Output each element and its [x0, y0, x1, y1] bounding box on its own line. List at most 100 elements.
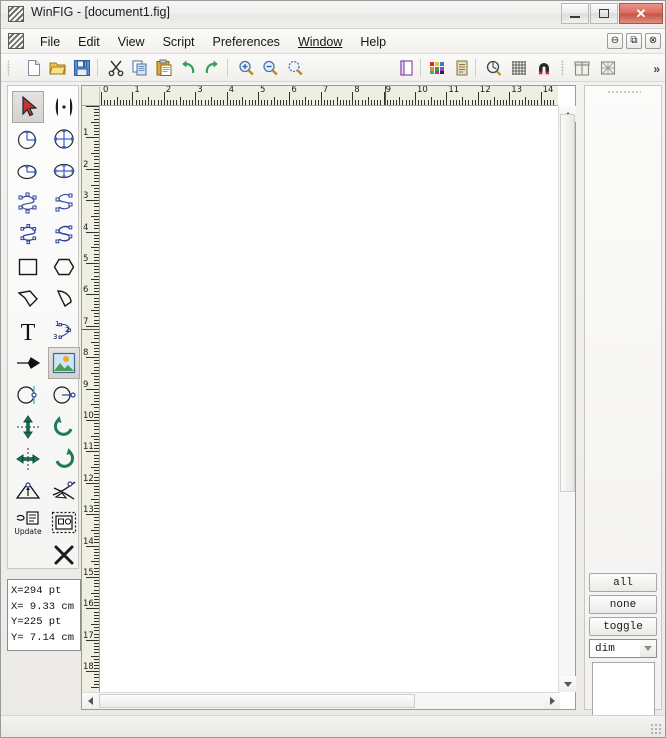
- select-arrow-tool-button[interactable]: [12, 91, 44, 123]
- scale-tool-button[interactable]: [12, 475, 44, 507]
- zoom-fit-button[interactable]: [284, 57, 306, 79]
- flip-vertical-tool-button[interactable]: [12, 379, 44, 411]
- copy-button[interactable]: [129, 57, 151, 79]
- scroll-down-button[interactable]: [559, 676, 576, 692]
- ruler-tick: [521, 100, 523, 105]
- drawing-canvas[interactable]: [101, 107, 558, 692]
- select-none-button[interactable]: none: [589, 595, 657, 614]
- menu-preferences[interactable]: Preferences: [204, 33, 289, 51]
- polygon-icon: [53, 258, 75, 276]
- circle-diameter-tool-button[interactable]: [48, 123, 80, 155]
- mdi-minimize-button[interactable]: ⊖: [607, 33, 623, 49]
- ruler-label: 13: [511, 86, 523, 95]
- ruler-tick: [94, 664, 99, 666]
- vertical-scroll-thumb[interactable]: [560, 114, 575, 492]
- horizontal-ruler[interactable]: 0 1 2 3 4 5 6 7 8 9 10 11 12 13 14: [82, 86, 558, 106]
- compound-tool-button[interactable]: [48, 507, 80, 539]
- circle-radius-tool-button[interactable]: [12, 123, 44, 155]
- rectangle-tool-button[interactable]: [12, 251, 44, 283]
- menu-script[interactable]: Script: [154, 33, 204, 51]
- save-file-button[interactable]: [71, 57, 93, 79]
- menu-edit[interactable]: Edit: [69, 33, 109, 51]
- menu-file[interactable]: File: [31, 33, 69, 51]
- flip-horizontal-tool-button[interactable]: [48, 379, 80, 411]
- ruler-tick: [94, 680, 99, 682]
- resize-grip[interactable]: [650, 723, 662, 735]
- vertical-ruler[interactable]: 1 2 3 4 5 6 7 8 9 10 11 12 13 14 15 16 17 18: [82, 106, 100, 692]
- closed-interp-spline-tool-button[interactable]: [12, 219, 44, 251]
- ruler-tick: [94, 118, 99, 120]
- delete-tool-button[interactable]: [48, 539, 80, 571]
- ruler-tick: [430, 97, 432, 105]
- zoom-in-button[interactable]: [235, 57, 257, 79]
- ruler-tick: [421, 100, 423, 105]
- mdi-close-button[interactable]: ⊗: [645, 33, 661, 49]
- text-tool-button[interactable]: T: [12, 315, 44, 347]
- arrowhead-tool-button[interactable]: [12, 347, 44, 379]
- ruler-tick: [163, 92, 165, 105]
- layer-list-well[interactable]: [592, 662, 655, 722]
- polygon-tool-button[interactable]: [48, 251, 80, 283]
- update-tool-button[interactable]: Update: [12, 507, 44, 539]
- numbered-points-tool-button[interactable]: 1 2 3: [48, 315, 80, 347]
- horizontal-scroll-thumb[interactable]: [99, 694, 415, 708]
- select-toggle-button[interactable]: toggle: [589, 617, 657, 636]
- closed-spline-tool-button[interactable]: [12, 187, 44, 219]
- maximize-button[interactable]: [590, 3, 618, 24]
- undo-button[interactable]: [177, 57, 199, 79]
- panel-grip[interactable]: [607, 90, 641, 95]
- move-horizontal-tool-button[interactable]: [12, 443, 44, 475]
- select-all-button[interactable]: all: [589, 573, 657, 592]
- mdi-restore-button[interactable]: ⧉: [626, 33, 642, 49]
- ellipse-radius-tool-button[interactable]: [12, 155, 44, 187]
- move-vertical-tool-button[interactable]: [12, 411, 44, 443]
- cut-button[interactable]: [105, 57, 127, 79]
- arc-tool-button[interactable]: [48, 283, 80, 315]
- rotate-ccw-tool-button[interactable]: [48, 411, 80, 443]
- menu-view[interactable]: View: [109, 33, 154, 51]
- color-palette-button[interactable]: [426, 57, 448, 79]
- menu-help[interactable]: Help: [351, 33, 395, 51]
- close-button[interactable]: ✕: [619, 3, 663, 24]
- coord-x-pt: X=294 pt: [11, 585, 62, 597]
- redo-button[interactable]: [201, 57, 223, 79]
- snap-magnet-button[interactable]: [533, 57, 555, 79]
- menu-window[interactable]: Window: [289, 33, 351, 51]
- vertical-scrollbar[interactable]: [558, 106, 576, 692]
- ruler-tick: [195, 92, 197, 105]
- ellipse-diameter-tool-button[interactable]: [48, 155, 80, 187]
- properties-button[interactable]: [451, 57, 473, 79]
- toolbar-grip-1[interactable]: [7, 60, 10, 76]
- open-interp-spline-tool-button[interactable]: [48, 219, 80, 251]
- toolbar-grip-2[interactable]: [561, 60, 564, 76]
- zoom-out-button[interactable]: [259, 57, 281, 79]
- horizontal-scrollbar[interactable]: [82, 692, 560, 709]
- scroll-right-button[interactable]: [544, 693, 560, 709]
- ruler-tick: [468, 100, 470, 105]
- picture-tool-button[interactable]: [48, 347, 80, 379]
- endpoints-tool-button[interactable]: [48, 91, 80, 123]
- grid-button[interactable]: [508, 57, 530, 79]
- page-setup-button[interactable]: [396, 57, 418, 79]
- open-spline-tool-button[interactable]: [48, 187, 80, 219]
- ruler-tick: [449, 100, 451, 105]
- library-button[interactable]: [571, 57, 593, 79]
- new-file-icon: [28, 60, 40, 76]
- new-file-button[interactable]: [23, 57, 45, 79]
- scroll-left-button[interactable]: [82, 693, 98, 709]
- export-button[interactable]: [597, 57, 619, 79]
- break-compound-tool-button[interactable]: [48, 475, 80, 507]
- ruler-label: 14: [542, 86, 554, 95]
- open-file-button[interactable]: [47, 57, 69, 79]
- minimize-button[interactable]: [561, 3, 589, 24]
- dim-dropdown-arrow[interactable]: [640, 640, 656, 657]
- paste-button[interactable]: [153, 57, 175, 79]
- rotate-view-button[interactable]: [483, 57, 505, 79]
- paste-icon: [156, 59, 172, 76]
- ruler-tick: [94, 489, 99, 491]
- rotate-cw-tool-button[interactable]: [48, 443, 80, 475]
- polyline-tool-button[interactable]: [12, 283, 44, 315]
- canvas-sheet[interactable]: [101, 107, 558, 692]
- dim-dropdown[interactable]: dim: [589, 639, 657, 658]
- toolbar-overflow-button[interactable]: »: [653, 62, 660, 76]
